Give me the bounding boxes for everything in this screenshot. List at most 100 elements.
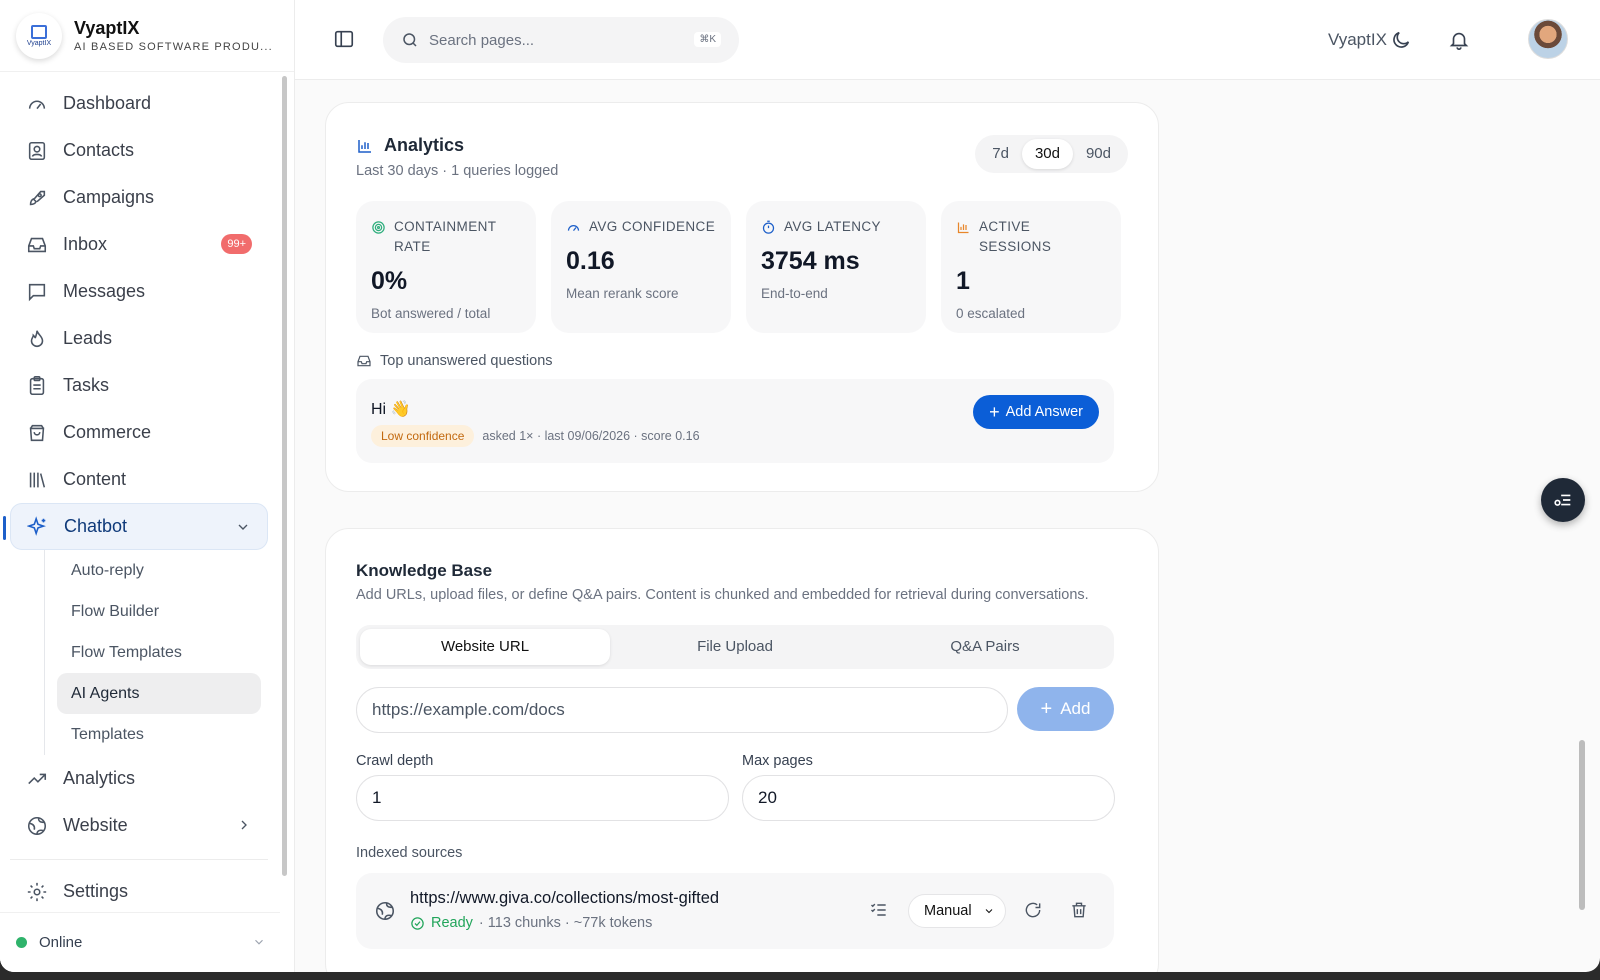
stat-note: Mean rerank score bbox=[566, 286, 679, 301]
active-indicator bbox=[3, 516, 6, 540]
chevron-right-icon bbox=[241, 820, 247, 830]
question-meta: asked 1× · last 09/06/2026 · score 0.16 bbox=[482, 429, 700, 443]
sidebar-toggle-icon[interactable] bbox=[333, 28, 355, 50]
sidebar-item-campaigns[interactable]: Campaigns bbox=[10, 174, 268, 221]
unanswered-question-row: Hi 👋 Low confidence asked 1× · last 09/0… bbox=[356, 379, 1114, 463]
max-pages-input[interactable]: 20 bbox=[742, 775, 1115, 821]
sidebar-item-tasks[interactable]: Tasks bbox=[10, 362, 268, 409]
add-answer-label: Add Answer bbox=[1005, 404, 1083, 420]
brand-logo-text: VyaptIX bbox=[26, 39, 52, 47]
range-selector: 7d 30d 90d bbox=[975, 135, 1128, 173]
gauge-icon bbox=[28, 100, 46, 109]
sidebar-item-commerce[interactable]: Commerce bbox=[10, 409, 268, 456]
knowledge-base-card: Knowledge Base Add URLs, upload files, o… bbox=[325, 528, 1159, 972]
indexed-source-row: https://www.giva.co/collections/most-gif… bbox=[356, 873, 1114, 949]
low-confidence-badge: Low confidence bbox=[371, 425, 475, 447]
sidebar-item-label: Content bbox=[63, 469, 127, 489]
moon-icon[interactable] bbox=[1390, 29, 1412, 51]
clipboard-icon bbox=[29, 375, 45, 395]
analytics-title: Analytics bbox=[384, 135, 465, 155]
subnav-item-templates[interactable]: Templates bbox=[57, 714, 261, 755]
floating-action-button[interactable] bbox=[1541, 478, 1585, 522]
tab-file-upload[interactable]: File Upload bbox=[610, 629, 860, 665]
stat-label: AVG CONFIDENCE bbox=[589, 219, 716, 234]
stat-label: AVG LATENCY bbox=[784, 219, 881, 234]
presence-status[interactable]: Online bbox=[0, 912, 280, 972]
stats-grid: CONTAINMENT RATE 0% Bot answered / total… bbox=[356, 201, 1121, 333]
sidebar-item-analytics[interactable]: Analytics bbox=[10, 755, 268, 802]
range-30d[interactable]: 30d bbox=[1021, 139, 1073, 169]
stat-label: CONTAINMENT RATE bbox=[394, 219, 497, 254]
bell-icon[interactable] bbox=[1448, 29, 1470, 51]
sidebar-item-label: Inbox bbox=[63, 234, 108, 254]
search-input[interactable]: Search pages... ⌘K bbox=[383, 17, 739, 63]
subnav-item-auto-reply[interactable]: Auto-reply bbox=[57, 550, 261, 591]
kb-tabs: Website URL File Upload Q&A Pairs bbox=[356, 625, 1114, 669]
timer-icon bbox=[762, 220, 775, 234]
plus-icon: + bbox=[1040, 697, 1053, 720]
max-pages-label: Max pages bbox=[742, 753, 813, 769]
refresh-mode-select[interactable]: Manual bbox=[908, 894, 1006, 928]
sidebar-scrollbar[interactable] bbox=[282, 76, 287, 876]
sidebar-item-label: Campaigns bbox=[63, 187, 155, 207]
sidebar: VyaptIX VyaptIX AI BASED SOFTWARE PRODU.… bbox=[0, 0, 295, 972]
brand-logo: VyaptIX bbox=[16, 12, 62, 59]
stat-avg-latency: AVG LATENCY 3754 ms End-to-end bbox=[746, 201, 926, 333]
chatbot-subnav: Auto-reply Flow Builder Flow Templates A… bbox=[44, 550, 268, 755]
subnav-item-ai-agents[interactable]: AI Agents bbox=[57, 673, 261, 714]
main-scrollbar[interactable] bbox=[1579, 740, 1585, 910]
sparkles-icon bbox=[27, 515, 46, 536]
indexed-sources-label: Indexed sources bbox=[356, 845, 463, 861]
shortcut-hint: ⌘K bbox=[694, 32, 721, 47]
stat-value: 1 bbox=[956, 267, 970, 295]
list-check-icon[interactable] bbox=[869, 900, 889, 920]
search-placeholder: Search pages... bbox=[429, 31, 535, 49]
question-text: Hi 👋 bbox=[371, 401, 411, 418]
sidebar-item-chatbot[interactable]: Chatbot bbox=[3, 503, 268, 550]
crawl-depth-input[interactable]: 1 bbox=[356, 775, 729, 821]
subnav-item-flow-templates[interactable]: Flow Templates bbox=[57, 632, 261, 673]
sidebar-item-contacts[interactable]: Contacts bbox=[10, 127, 268, 174]
tab-website-url[interactable]: Website URL bbox=[360, 629, 610, 665]
sidebar-item-label: Chatbot bbox=[64, 516, 128, 536]
refresh-icon[interactable] bbox=[1023, 900, 1043, 920]
url-input[interactable]: https://example.com/docs bbox=[356, 687, 1008, 733]
sidebar-item-dashboard[interactable]: Dashboard bbox=[10, 80, 268, 127]
kb-title: Knowledge Base bbox=[356, 561, 493, 580]
range-7d[interactable]: 7d bbox=[979, 139, 1022, 169]
sidebar-item-content[interactable]: Content bbox=[10, 456, 268, 503]
brand[interactable]: VyaptIX VyaptIX AI BASED SOFTWARE PRODU.… bbox=[0, 0, 294, 72]
library-icon bbox=[29, 472, 46, 488]
add-answer-button[interactable]: + Add Answer bbox=[973, 395, 1099, 429]
inbox-icon bbox=[27, 237, 47, 252]
workspace-name[interactable]: VyaptIX bbox=[1328, 30, 1387, 50]
sidebar-item-inbox[interactable]: Inbox 99+ bbox=[10, 221, 268, 268]
gauge-icon bbox=[567, 225, 580, 232]
rocket-icon bbox=[29, 190, 46, 205]
app-window: VyaptIX VyaptIX AI BASED SOFTWARE PRODU.… bbox=[0, 0, 1600, 972]
sidebar-item-messages[interactable]: Messages bbox=[10, 268, 268, 315]
status-label: Online bbox=[39, 934, 83, 951]
target-icon bbox=[372, 221, 385, 234]
sidebar-item-label: Settings bbox=[63, 881, 129, 901]
add-url-button[interactable]: + Add bbox=[1017, 687, 1114, 731]
gear-icon bbox=[27, 882, 47, 901]
sidebar-item-label: Leads bbox=[63, 328, 113, 348]
sidebar-item-settings[interactable]: Settings bbox=[10, 868, 268, 915]
tab-qa-pairs[interactable]: Q&A Pairs bbox=[860, 629, 1110, 665]
avatar[interactable] bbox=[1528, 19, 1568, 59]
analytics-card: Analytics Last 30 days · 1 queries logge… bbox=[325, 102, 1159, 492]
sidebar-item-leads[interactable]: Leads bbox=[10, 315, 268, 362]
stat-note: End-to-end bbox=[761, 286, 828, 301]
range-90d[interactable]: 90d bbox=[1073, 139, 1124, 169]
globe-icon bbox=[375, 901, 395, 921]
subnav-item-flow-builder[interactable]: Flow Builder bbox=[57, 591, 261, 632]
refresh-mode-value: Manual bbox=[924, 903, 972, 919]
trash-icon[interactable] bbox=[1069, 900, 1089, 920]
source-url[interactable]: https://www.giva.co/collections/most-gif… bbox=[410, 889, 719, 908]
sidebar-item-website[interactable]: Website bbox=[10, 802, 268, 849]
sidebar-item-label: Dashboard bbox=[63, 93, 152, 113]
chevron-down-icon bbox=[255, 939, 263, 945]
brand-subtitle: AI BASED SOFTWARE PRODU... bbox=[74, 41, 273, 53]
task-list-icon bbox=[1554, 494, 1571, 506]
